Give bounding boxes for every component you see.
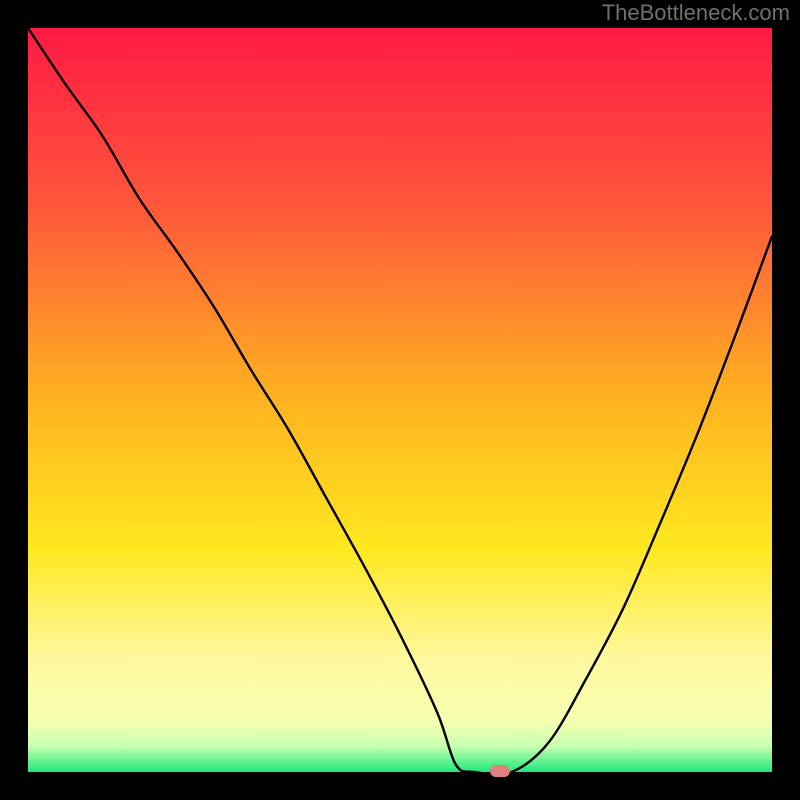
stage: TheBottleneck.com	[0, 0, 800, 800]
chart-area	[28, 28, 772, 772]
bottleneck-curve	[28, 28, 772, 772]
balance-marker	[490, 765, 510, 777]
watermark-text: TheBottleneck.com	[602, 0, 790, 26]
